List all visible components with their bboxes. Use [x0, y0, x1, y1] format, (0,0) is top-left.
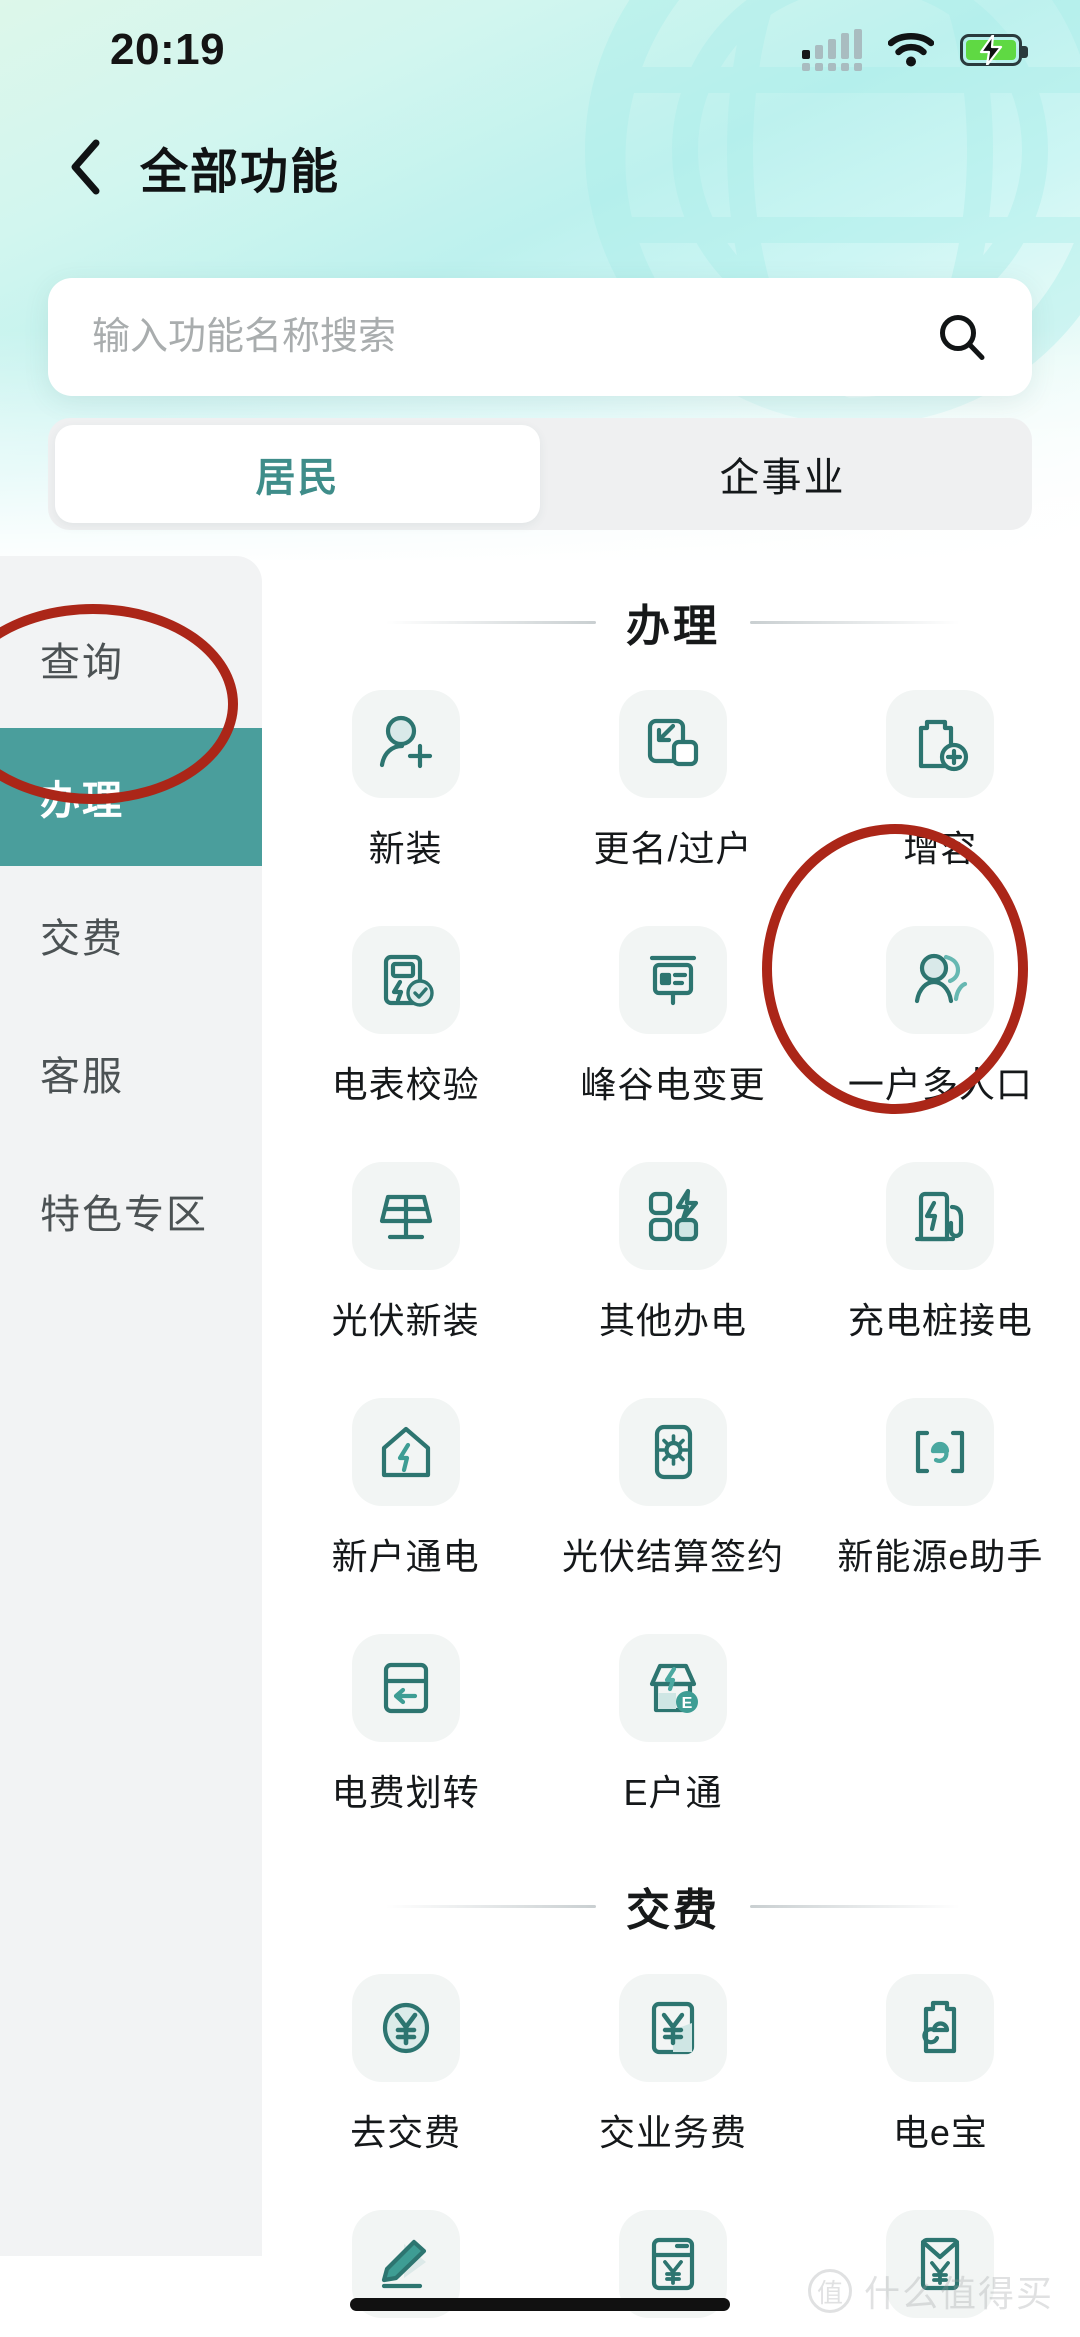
grid-item-multi-person-household[interactable]: 一户多人口	[807, 908, 1074, 1132]
grid-item-other-power-service[interactable]: 其他办电	[539, 1144, 806, 1368]
wifi-icon	[888, 33, 934, 67]
grid-item-rename-transfer[interactable]: 更名/过户	[539, 672, 806, 896]
ev-charger-icon	[886, 1162, 995, 1270]
grid-spark-icon	[618, 1162, 727, 1270]
grid-item-label: 峰谷电变更	[580, 1064, 766, 1105]
grid-item-solar-settlement-sign[interactable]: 光伏结算签约	[539, 1380, 806, 1604]
sidebar-item-featured[interactable]: 特色专区	[0, 1142, 262, 1280]
grid-item-label: 交业务费	[598, 2112, 747, 2153]
grid-item-label: 去交费	[350, 2112, 462, 2153]
grid-item-new-energy-e-assistant[interactable]: 新能源e助手	[807, 1380, 1074, 1604]
grid-item-new-install[interactable]: 新装	[272, 672, 539, 896]
battery-plus-icon	[886, 690, 995, 798]
grid-item-ev-charger-connect[interactable]: 充电桩接电	[807, 1144, 1074, 1368]
grid-item-business-fee[interactable]: 交业务费	[539, 1956, 806, 2180]
grid-item-solar-new-install[interactable]: 光伏新装	[272, 1144, 539, 1368]
sidebar-item-payment[interactable]: 交费	[0, 866, 262, 1004]
grid-item-smart-pay-sign[interactable]: 智能交费签约	[272, 2192, 539, 2337]
home-indicator[interactable]	[350, 2298, 730, 2311]
section-rule-right	[750, 620, 960, 624]
grid-item-capacity-increase[interactable]: 增容	[807, 672, 1074, 896]
grid-item-label: 电费划转	[331, 1772, 480, 1813]
status-bar: 20:19	[0, 0, 1080, 100]
grid-item-label: 增容	[903, 828, 978, 869]
status-icons	[802, 29, 1028, 71]
solar-panel-icon	[351, 1162, 460, 1270]
house-e-icon: E	[618, 1634, 727, 1742]
category-sidebar: 查询 办理 交费 客服 特色专区	[0, 556, 262, 2256]
search-input[interactable]	[92, 315, 936, 359]
function-grid-area: 办理 新装 更名/过户 增容 电表校验 峰谷电变更 一户多人口 光伏新装 其他办…	[262, 556, 1080, 2318]
section-rule-right	[750, 1904, 960, 1908]
audience-tab-switcher: 居民 企事业	[48, 418, 1032, 530]
grid-item-meter-verify[interactable]: 电表校验	[272, 908, 539, 1132]
grid-item-label: 电e宝	[892, 2112, 988, 2153]
svg-text:E: E	[682, 1695, 693, 1712]
back-button[interactable]	[52, 134, 118, 200]
battery-charging-icon	[960, 34, 1028, 66]
section-rule-left	[386, 620, 596, 624]
grid-item-bill-autodebit[interactable]: 电费代扣	[539, 2192, 806, 2337]
grid-item-label: 新装	[368, 828, 443, 869]
bracket-e-icon	[886, 1398, 995, 1506]
grid-item-new-household-power[interactable]: 新户通电	[272, 1380, 539, 1604]
section-header-payment: 交费	[272, 1874, 1074, 1938]
grid-item-label: 电表校验	[331, 1064, 480, 1105]
section-rule-left	[386, 1904, 596, 1908]
grid-item-label: 一户多人口	[847, 1064, 1033, 1105]
grid-item-label: 新能源e助手	[837, 1536, 1044, 1577]
user-add-icon	[351, 690, 460, 798]
transfer-window-icon	[618, 690, 727, 798]
battery-e-icon	[886, 1974, 995, 2082]
grid-item-e-household[interactable]: E E户通	[539, 1616, 806, 1840]
yuan-circle-icon	[351, 1974, 460, 2082]
app-screen: 20:19 全部功能 输入功能名称搜索 居民 企事业 查询 办理 交费 客服 特…	[0, 0, 1080, 2337]
watermark: 值 什么值得买	[807, 2265, 1054, 2317]
search-box[interactable]	[48, 278, 1032, 396]
chevron-left-icon	[71, 139, 100, 195]
search-bar	[48, 278, 1032, 396]
board-chart-icon	[618, 926, 727, 1034]
tab-enterprise[interactable]: 企事业	[540, 425, 1025, 523]
nav-bar: 全部功能	[0, 112, 1080, 222]
sun-phone-icon	[618, 1398, 727, 1506]
status-time: 20:19	[110, 25, 226, 74]
grid-item-label: 充电桩接电	[847, 1300, 1033, 1341]
search-icon[interactable]	[936, 311, 988, 363]
tab-residential[interactable]: 居民	[55, 425, 540, 523]
grid-item-bill-transfer[interactable]: 电费划转	[272, 1616, 539, 1840]
section-header-handle: 办理	[272, 590, 1074, 654]
section-title: 办理	[626, 602, 720, 651]
transfer-card-icon	[351, 1634, 460, 1742]
cellular-signal-icon	[802, 29, 862, 71]
sidebar-item-query[interactable]: 查询	[0, 590, 262, 728]
meter-check-icon	[351, 926, 460, 1034]
house-bolt-icon	[351, 1398, 460, 1506]
yuan-card-icon	[618, 1974, 727, 2082]
sidebar-item-handle[interactable]: 办理	[0, 728, 262, 866]
grid-item-label: 更名/过户	[593, 828, 753, 869]
grid-item-label: 新户通电	[331, 1536, 480, 1577]
grid-item-label: 光伏结算签约	[561, 1536, 784, 1577]
grid-item-label: 其他办电	[598, 1300, 747, 1341]
grid-item-label: E户通	[623, 1772, 723, 1813]
section-title: 交费	[626, 1886, 720, 1935]
two-persons-icon	[886, 926, 995, 1034]
grid-item-peak-valley-change[interactable]: 峰谷电变更	[539, 908, 806, 1132]
main-content: 查询 办理 交费 客服 特色专区 办理 新装 更名/过户 增容 电表校验 峰谷电…	[0, 556, 1080, 2318]
grid-item-go-pay[interactable]: 去交费	[272, 1956, 539, 2180]
grid-item-label: 光伏新装	[331, 1300, 480, 1341]
watermark-text: 什么值得买	[863, 2273, 1054, 2314]
grid-item-dianebao[interactable]: 电e宝	[807, 1956, 1074, 2180]
handle-grid: 新装 更名/过户 增容 电表校验 峰谷电变更 一户多人口 光伏新装 其他办电 充…	[272, 672, 1074, 1840]
watermark-logo: 值	[807, 2269, 852, 2313]
sidebar-item-service[interactable]: 客服	[0, 1004, 262, 1142]
page-title: 全部功能	[140, 146, 341, 199]
